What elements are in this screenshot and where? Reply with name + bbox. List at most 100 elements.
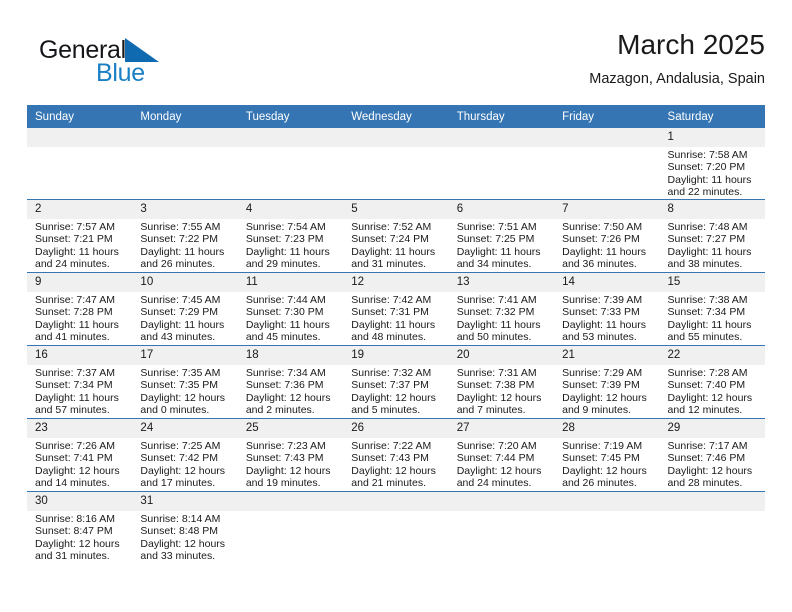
day-details <box>449 147 554 149</box>
calendar-cell-day[interactable]: 3 Sunrise: 7:55 AM Sunset: 7:22 PM Daylight… <box>132 199 238 273</box>
day-details <box>449 511 554 513</box>
day-number: 24 <box>132 419 238 438</box>
day-cell: 21 Sunrise: 7:29 AM Sunset: 7:39 PM Dayligh… <box>554 346 660 418</box>
day-detail-line: Sunset: 7:27 PM <box>667 233 746 246</box>
day-details: Sunrise: 7:20 AM Sunset: 7:44 PM Daylight:… <box>449 438 554 489</box>
calendar-cell-day[interactable]: 6 Sunrise: 7:51 AM Sunset: 7:25 PM Daylight… <box>448 199 555 273</box>
calendar-cell-day[interactable]: 1 Sunrise: 7:58 AM Sunset: 7:20 PM Daylight… <box>659 128 765 200</box>
day-detail-line: Daylight: 12 hours <box>140 391 226 404</box>
day-detail-line: Sunrise: 7:25 AM <box>140 440 221 452</box>
calendar-cell-empty <box>343 491 449 564</box>
day-number <box>27 128 133 147</box>
day-detail-line: Sunset: 7:23 PM <box>245 233 324 246</box>
day-detail-line: Daylight: 12 hours <box>562 464 647 477</box>
day-cell: 23 Sunrise: 7:26 AM Sunset: 7:41 PM Dayligh… <box>27 419 133 491</box>
day-number: 21 <box>554 346 660 365</box>
day-cell: 15 Sunrise: 7:38 AM Sunset: 7:34 PM Dayligh… <box>659 273 765 345</box>
calendar-cell-day[interactable]: 10 Sunrise: 7:45 AM Sunset: 7:29 PM Dayligh… <box>132 272 238 346</box>
day-detail-line: and 9 minutes. <box>562 403 631 416</box>
day-detail-line: and 22 minutes. <box>667 185 743 198</box>
calendar-cell-day[interactable]: 13 Sunrise: 7:41 AM Sunset: 7:32 PM Dayligh… <box>448 272 555 346</box>
day-detail-line: Daylight: 12 hours <box>35 537 120 550</box>
day-detail-line: Sunrise: 7:50 AM <box>562 221 643 233</box>
day-detail-line: Daylight: 11 hours <box>456 318 541 331</box>
calendar-cell-day[interactable]: 5 Sunrise: 7:52 AM Sunset: 7:24 PM Daylight… <box>343 199 449 273</box>
day-number <box>448 128 555 147</box>
calendar-cell-day[interactable]: 18 Sunrise: 7:34 AM Sunset: 7:36 PM Dayligh… <box>237 345 344 419</box>
day-details <box>554 147 659 149</box>
calendar-week-row: 23 Sunrise: 7:26 AM Sunset: 7:41 PM Dayligh… <box>27 418 765 492</box>
calendar-cell-day[interactable]: 22 Sunrise: 7:28 AM Sunset: 7:40 PM Dayligh… <box>659 345 765 419</box>
day-detail-line: and 36 minutes. <box>562 257 637 270</box>
calendar-cell-day[interactable]: 26 Sunrise: 7:22 AM Sunset: 7:43 PM Dayligh… <box>343 418 449 492</box>
day-detail-line: and 33 minutes. <box>140 549 216 562</box>
calendar-cell-day[interactable]: 25 Sunrise: 7:23 AM Sunset: 7:43 PM Dayligh… <box>237 418 344 492</box>
day-number: 8 <box>659 200 765 219</box>
day-number: 23 <box>27 419 133 438</box>
day-cell: 9 Sunrise: 7:47 AM Sunset: 7:28 PM Daylight… <box>27 273 133 345</box>
day-details: Sunrise: 7:39 AM Sunset: 7:33 PM Daylight:… <box>554 292 659 343</box>
calendar-cell-day[interactable]: 31 Sunrise: 8:14 AM Sunset: 8:48 PM Dayligh… <box>132 491 238 564</box>
day-detail-line: Sunrise: 7:58 AM <box>667 149 748 161</box>
day-detail-line: Daylight: 12 hours <box>456 391 542 404</box>
calendar-cell-day[interactable]: 16 Sunrise: 7:37 AM Sunset: 7:34 PM Dayligh… <box>27 345 133 419</box>
calendar-cell-day[interactable]: 28 Sunrise: 7:19 AM Sunset: 7:45 PM Dayligh… <box>554 418 660 492</box>
calendar-cell-day[interactable]: 19 Sunrise: 7:32 AM Sunset: 7:37 PM Dayligh… <box>343 345 449 419</box>
day-detail-line: Sunrise: 7:37 AM <box>35 367 115 379</box>
calendar-cell-day[interactable]: 29 Sunrise: 7:17 AM Sunset: 7:46 PM Dayligh… <box>659 418 765 492</box>
calendar-cell-day[interactable]: 21 Sunrise: 7:29 AM Sunset: 7:39 PM Dayligh… <box>554 345 660 419</box>
calendar-cell-day[interactable]: 30 Sunrise: 8:16 AM Sunset: 8:47 PM Dayligh… <box>27 491 133 564</box>
calendar-cell-day[interactable]: 15 Sunrise: 7:38 AM Sunset: 7:34 PM Dayligh… <box>659 272 765 346</box>
day-cell <box>554 128 660 199</box>
day-detail-line: and 50 minutes. <box>456 330 532 343</box>
general-blue-logo[interactable]: General Blue <box>39 36 219 94</box>
calendar-cell-day[interactable]: 9 Sunrise: 7:47 AM Sunset: 7:28 PM Daylight… <box>27 272 133 346</box>
day-detail-line: Sunset: 7:43 PM <box>351 452 429 465</box>
day-number: 3 <box>132 200 238 219</box>
day-details: Sunrise: 7:48 AM Sunset: 7:27 PM Daylight:… <box>660 219 765 270</box>
calendar-cell-day[interactable]: 8 Sunrise: 7:48 AM Sunset: 7:27 PM Daylight… <box>659 199 765 273</box>
day-detail-line: and 14 minutes. <box>35 476 110 489</box>
calendar-cell-day[interactable]: 12 Sunrise: 7:42 AM Sunset: 7:31 PM Dayligh… <box>343 272 449 346</box>
day-details: Sunrise: 7:41 AM Sunset: 7:32 PM Daylight:… <box>449 292 554 343</box>
day-detail-line: Sunset: 7:24 PM <box>351 233 429 246</box>
day-details: Sunrise: 7:45 AM Sunset: 7:29 PM Daylight:… <box>132 292 237 343</box>
day-detail-line: Sunrise: 7:47 AM <box>35 294 115 306</box>
day-detail-line: Sunset: 7:30 PM <box>245 306 324 319</box>
day-detail-line: and 53 minutes. <box>562 330 637 343</box>
day-details: Sunrise: 7:32 AM Sunset: 7:37 PM Daylight:… <box>343 365 448 416</box>
calendar-cell-day[interactable]: 4 Sunrise: 7:54 AM Sunset: 7:23 PM Daylight… <box>237 199 344 273</box>
calendar-cell-day[interactable]: 23 Sunrise: 7:26 AM Sunset: 7:41 PM Dayligh… <box>27 418 133 492</box>
day-details <box>343 511 448 513</box>
calendar-cell-day[interactable]: 17 Sunrise: 7:35 AM Sunset: 7:35 PM Dayligh… <box>132 345 238 419</box>
day-number <box>448 492 555 511</box>
calendar-header-row: Sunday Monday Tuesday Wednesday Thursday… <box>27 105 765 128</box>
day-details: Sunrise: 7:52 AM Sunset: 7:24 PM Daylight:… <box>343 219 448 270</box>
day-detail-line: Sunrise: 7:20 AM <box>456 440 537 452</box>
day-detail-line: Sunrise: 7:45 AM <box>140 294 221 306</box>
day-cell <box>27 128 133 199</box>
calendar-cell-day[interactable]: 27 Sunrise: 7:20 AM Sunset: 7:44 PM Dayligh… <box>448 418 555 492</box>
weekday-header-sunday: Sunday <box>27 105 133 128</box>
day-number: 25 <box>237 419 344 438</box>
day-detail-line: Sunrise: 7:35 AM <box>140 367 221 379</box>
calendar-cell-day[interactable]: 20 Sunrise: 7:31 AM Sunset: 7:38 PM Dayligh… <box>448 345 555 419</box>
calendar-cell-day[interactable]: 11 Sunrise: 7:44 AM Sunset: 7:30 PM Dayligh… <box>237 272 344 346</box>
day-detail-line: Sunrise: 8:14 AM <box>140 513 221 525</box>
calendar-cell-empty <box>343 128 449 200</box>
day-detail-line: Daylight: 12 hours <box>351 464 436 477</box>
calendar-cell-day[interactable]: 2 Sunrise: 7:57 AM Sunset: 7:21 PM Daylight… <box>27 199 133 273</box>
calendar-cell-day[interactable]: 14 Sunrise: 7:39 AM Sunset: 7:33 PM Dayligh… <box>554 272 660 346</box>
day-cell: 20 Sunrise: 7:31 AM Sunset: 7:38 PM Dayligh… <box>448 346 555 418</box>
calendar-cell-empty <box>27 128 133 200</box>
day-number: 30 <box>27 492 133 511</box>
day-cell: 8 Sunrise: 7:48 AM Sunset: 7:27 PM Daylight… <box>659 200 765 272</box>
calendar-cell-day[interactable]: 24 Sunrise: 7:25 AM Sunset: 7:42 PM Dayligh… <box>132 418 238 492</box>
calendar-cell-day[interactable]: 7 Sunrise: 7:50 AM Sunset: 7:26 PM Daylight… <box>554 199 660 273</box>
day-detail-line: Sunrise: 7:17 AM <box>667 440 748 452</box>
weekday-header-tuesday: Tuesday <box>237 105 344 128</box>
calendar-cell-empty <box>237 491 344 564</box>
day-number: 22 <box>659 346 765 365</box>
day-number <box>554 128 660 147</box>
day-number: 9 <box>27 273 133 292</box>
